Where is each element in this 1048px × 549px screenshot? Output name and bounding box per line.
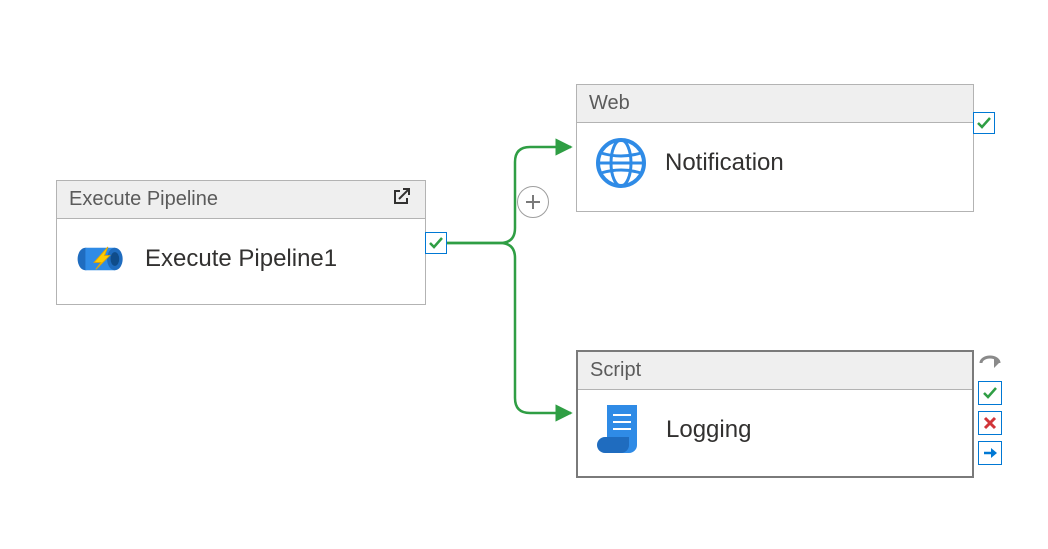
node-header: Execute Pipeline	[57, 181, 425, 219]
output-failure-icon[interactable]	[978, 411, 1002, 435]
node-type-label: Script	[590, 359, 641, 382]
open-pipeline-icon[interactable]	[389, 185, 413, 215]
node-name: Notification	[665, 149, 784, 177]
output-completion-icon[interactable]	[978, 351, 1002, 375]
node-header: Web	[577, 85, 973, 123]
node-web[interactable]: Web Notification	[576, 84, 974, 212]
output-success-icon[interactable]	[978, 381, 1002, 405]
node-name: Logging	[666, 416, 751, 444]
output-port-success[interactable]	[425, 232, 447, 254]
node-name: Execute Pipeline1	[145, 245, 337, 273]
output-port-success[interactable]	[973, 112, 995, 134]
node-script[interactable]: Script Logging	[576, 350, 974, 478]
output-skip-icon[interactable]	[978, 441, 1002, 465]
node-type-label: Execute Pipeline	[69, 188, 218, 211]
node-type-label: Web	[589, 92, 630, 115]
node-execute-pipeline[interactable]: Execute Pipeline Execute Pipeline1	[56, 180, 426, 305]
add-activity-button[interactable]	[517, 186, 549, 218]
pipeline-icon	[75, 233, 127, 285]
web-globe-icon	[595, 137, 647, 189]
node-output-handles	[978, 351, 1002, 465]
node-header: Script	[578, 352, 972, 390]
script-icon	[596, 404, 648, 456]
